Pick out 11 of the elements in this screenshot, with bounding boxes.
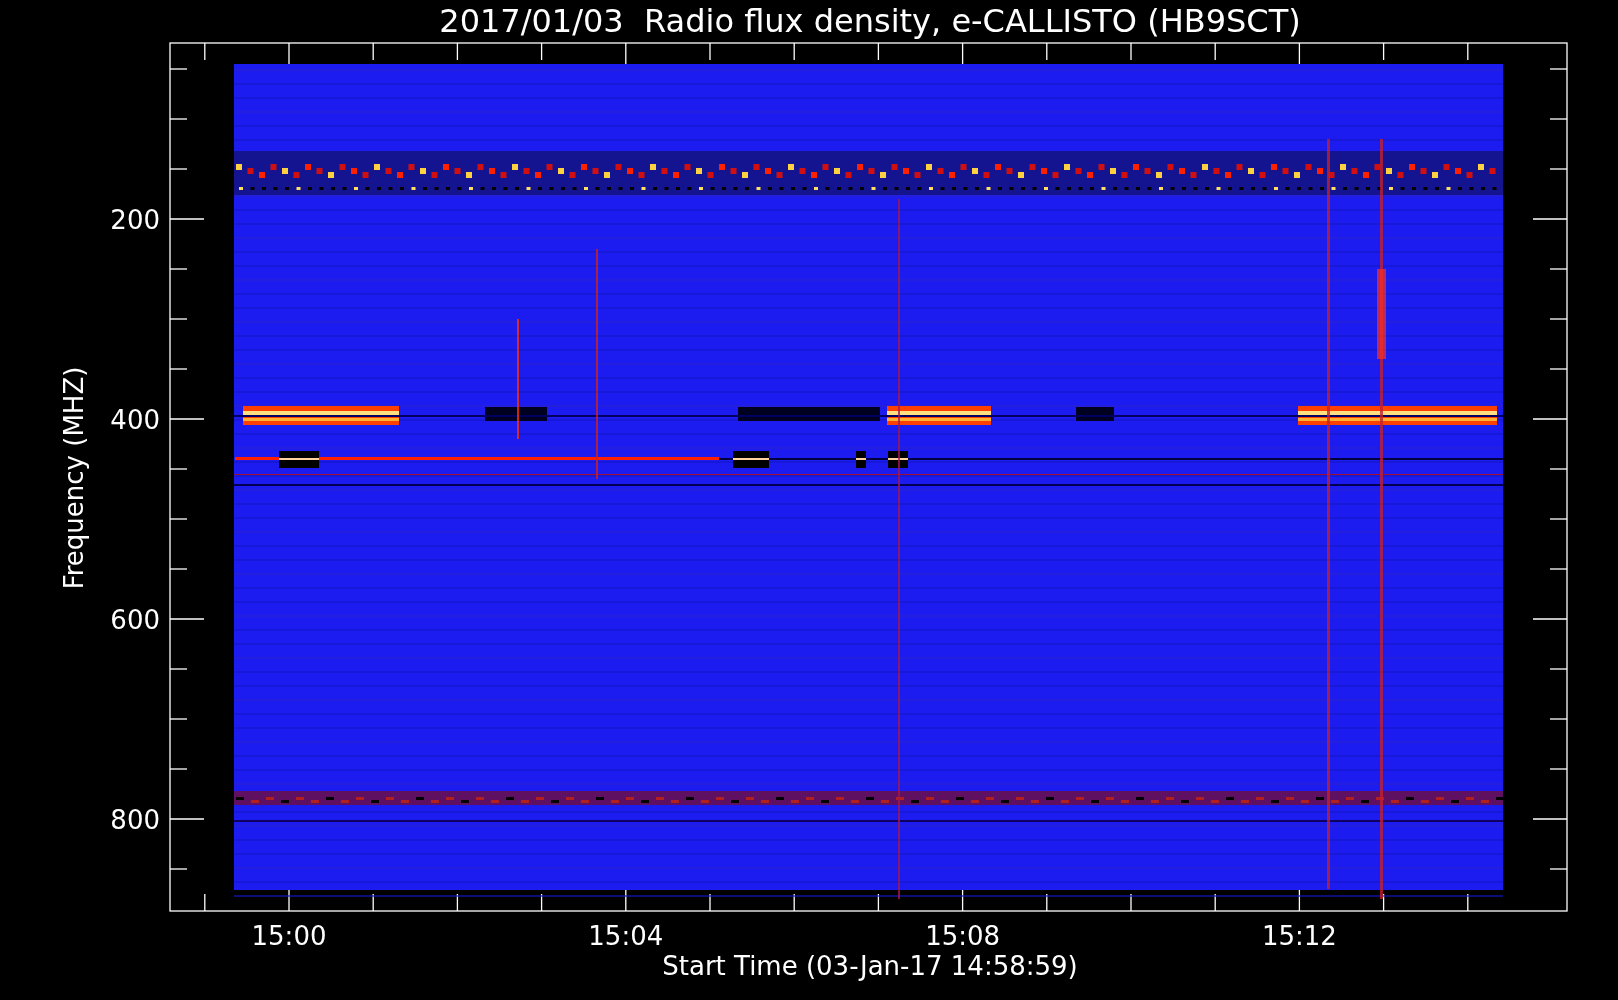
tick-label: 600 [110, 605, 160, 635]
tick-label: 400 [110, 405, 160, 435]
plot-title: 2017/01/03 Radio flux density, e-CALLISTO (HB9SCT) [439, 2, 1301, 40]
tick-label: 800 [110, 805, 160, 835]
tick-label: 200 [110, 205, 160, 235]
tick-label: 15:12 [1261, 921, 1337, 951]
axis-label: Frequency (MHZ) [59, 366, 89, 590]
tick-label: 15:00 [251, 921, 327, 951]
tick-label: 15:08 [925, 921, 1001, 951]
axis-label: Start Time (03-Jan-17 14:58:59) [662, 951, 1078, 981]
tick-label: 15:04 [588, 921, 664, 951]
